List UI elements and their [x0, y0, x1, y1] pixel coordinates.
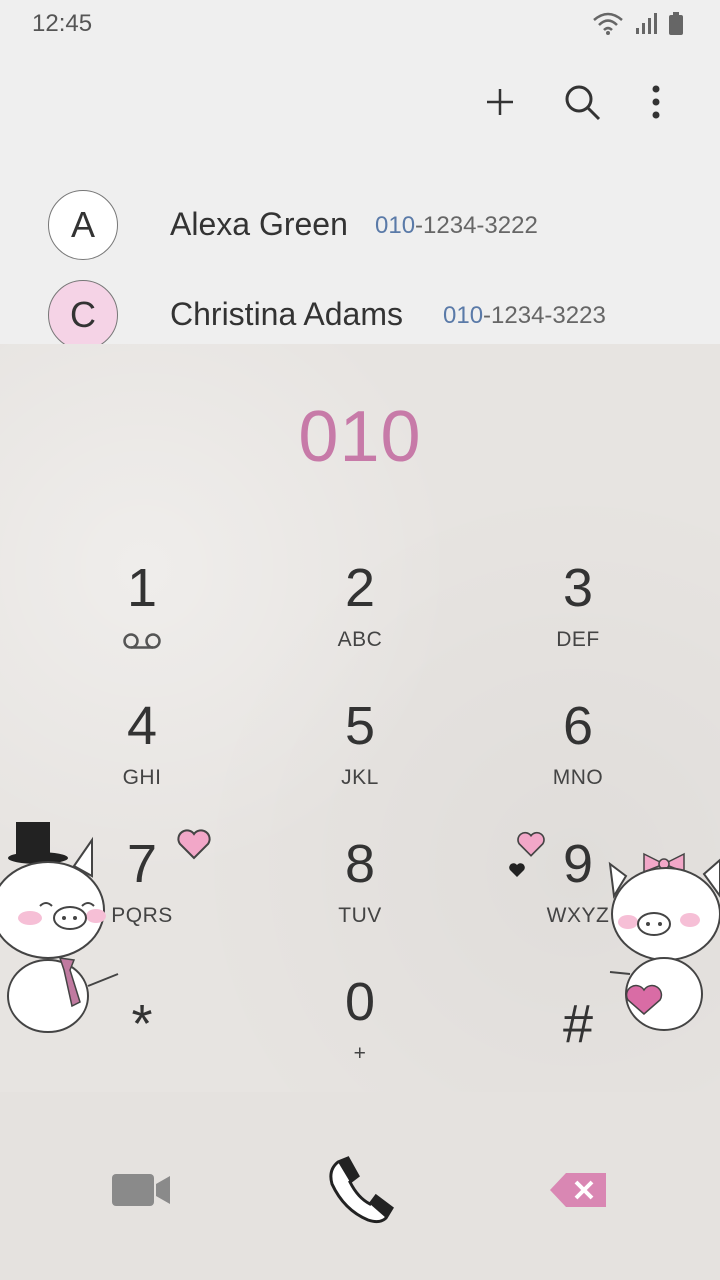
video-call-icon: [110, 1170, 174, 1215]
key-6[interactable]: 6 MNO: [478, 696, 678, 816]
key-2[interactable]: 2 ABC: [260, 558, 460, 678]
dialed-number[interactable]: 010: [0, 396, 720, 478]
key-letters: GHI: [122, 766, 162, 789]
signal-icon: [634, 12, 658, 41]
call-button[interactable]: [300, 1142, 420, 1242]
contact-item[interactable]: A Alexa Green 010-1234-3222: [0, 178, 720, 268]
contact-suggestions: A Alexa Green 010-1234-3222 C Christina …: [0, 178, 720, 350]
contact-name: Christina Adams: [170, 296, 403, 332]
contact-number: 010-1234-3223: [443, 302, 606, 330]
key-letters: DEF: [556, 628, 600, 651]
backspace-button[interactable]: [518, 1142, 638, 1242]
key-digit: 8: [344, 834, 376, 894]
number-match: 010: [443, 302, 484, 329]
key-5[interactable]: 5 JKL: [260, 696, 460, 816]
key-digit: 6: [562, 696, 594, 756]
key-letters: ABC: [337, 628, 383, 651]
pig-lady-illustration: [604, 844, 720, 1039]
key-digit: 3: [562, 558, 594, 618]
avatar: A: [48, 190, 118, 260]
key-digit: 9: [562, 834, 594, 894]
toolbar: [0, 48, 720, 158]
key-3[interactable]: 3 DEF: [478, 558, 678, 678]
status-bar: 12:45: [0, 0, 720, 48]
heart-icon: [516, 830, 546, 863]
key-letters: TUV: [338, 904, 382, 927]
status-icons: [592, 12, 684, 41]
heart-icon: [508, 862, 526, 883]
key-letters: WXYZ: [546, 904, 610, 927]
key-letters: JKL: [341, 766, 379, 789]
contact-number: 010-1234-3222: [375, 212, 538, 240]
key-digit: 5: [344, 696, 376, 756]
contact-name: Alexa Green: [170, 206, 348, 242]
key-digit: 7: [126, 834, 158, 894]
key-0[interactable]: 0 +: [260, 972, 460, 1092]
key-digit: 0: [344, 972, 376, 1032]
video-call-button[interactable]: [82, 1142, 202, 1242]
key-digit: *: [131, 994, 153, 1054]
number-match: 010: [375, 212, 416, 239]
key-letters: MNO: [552, 766, 604, 789]
key-digit: #: [562, 994, 594, 1054]
status-time: 12:45: [32, 10, 93, 37]
dialpad: 010 1 2 ABC 3 DEF 4 GHI 5 JKL 6 MNO 7 PQ…: [0, 344, 720, 1092]
avatar: C: [48, 280, 118, 350]
number-rest: -1234-3223: [483, 302, 606, 329]
wifi-icon: [592, 12, 624, 41]
voicemail-icon: [122, 632, 162, 655]
search-icon[interactable]: [558, 78, 606, 126]
key-1[interactable]: 1: [42, 558, 242, 678]
key-digit: 4: [126, 696, 158, 756]
key-digit: 1: [126, 558, 158, 618]
key-digit: 2: [344, 558, 376, 618]
key-4[interactable]: 4 GHI: [42, 696, 242, 816]
more-options-icon[interactable]: [632, 78, 680, 126]
battery-icon: [668, 12, 684, 41]
heart-icon: [176, 828, 212, 865]
pig-gentleman-illustration: [0, 818, 125, 1038]
number-rest: -1234-3222: [415, 212, 538, 239]
bottom-action-bar: [0, 1092, 720, 1280]
backspace-icon: [548, 1171, 608, 1214]
call-icon: [324, 1154, 396, 1231]
key-letters: +: [353, 1042, 367, 1065]
add-icon[interactable]: [476, 78, 524, 126]
key-8[interactable]: 8 TUV: [260, 834, 460, 954]
